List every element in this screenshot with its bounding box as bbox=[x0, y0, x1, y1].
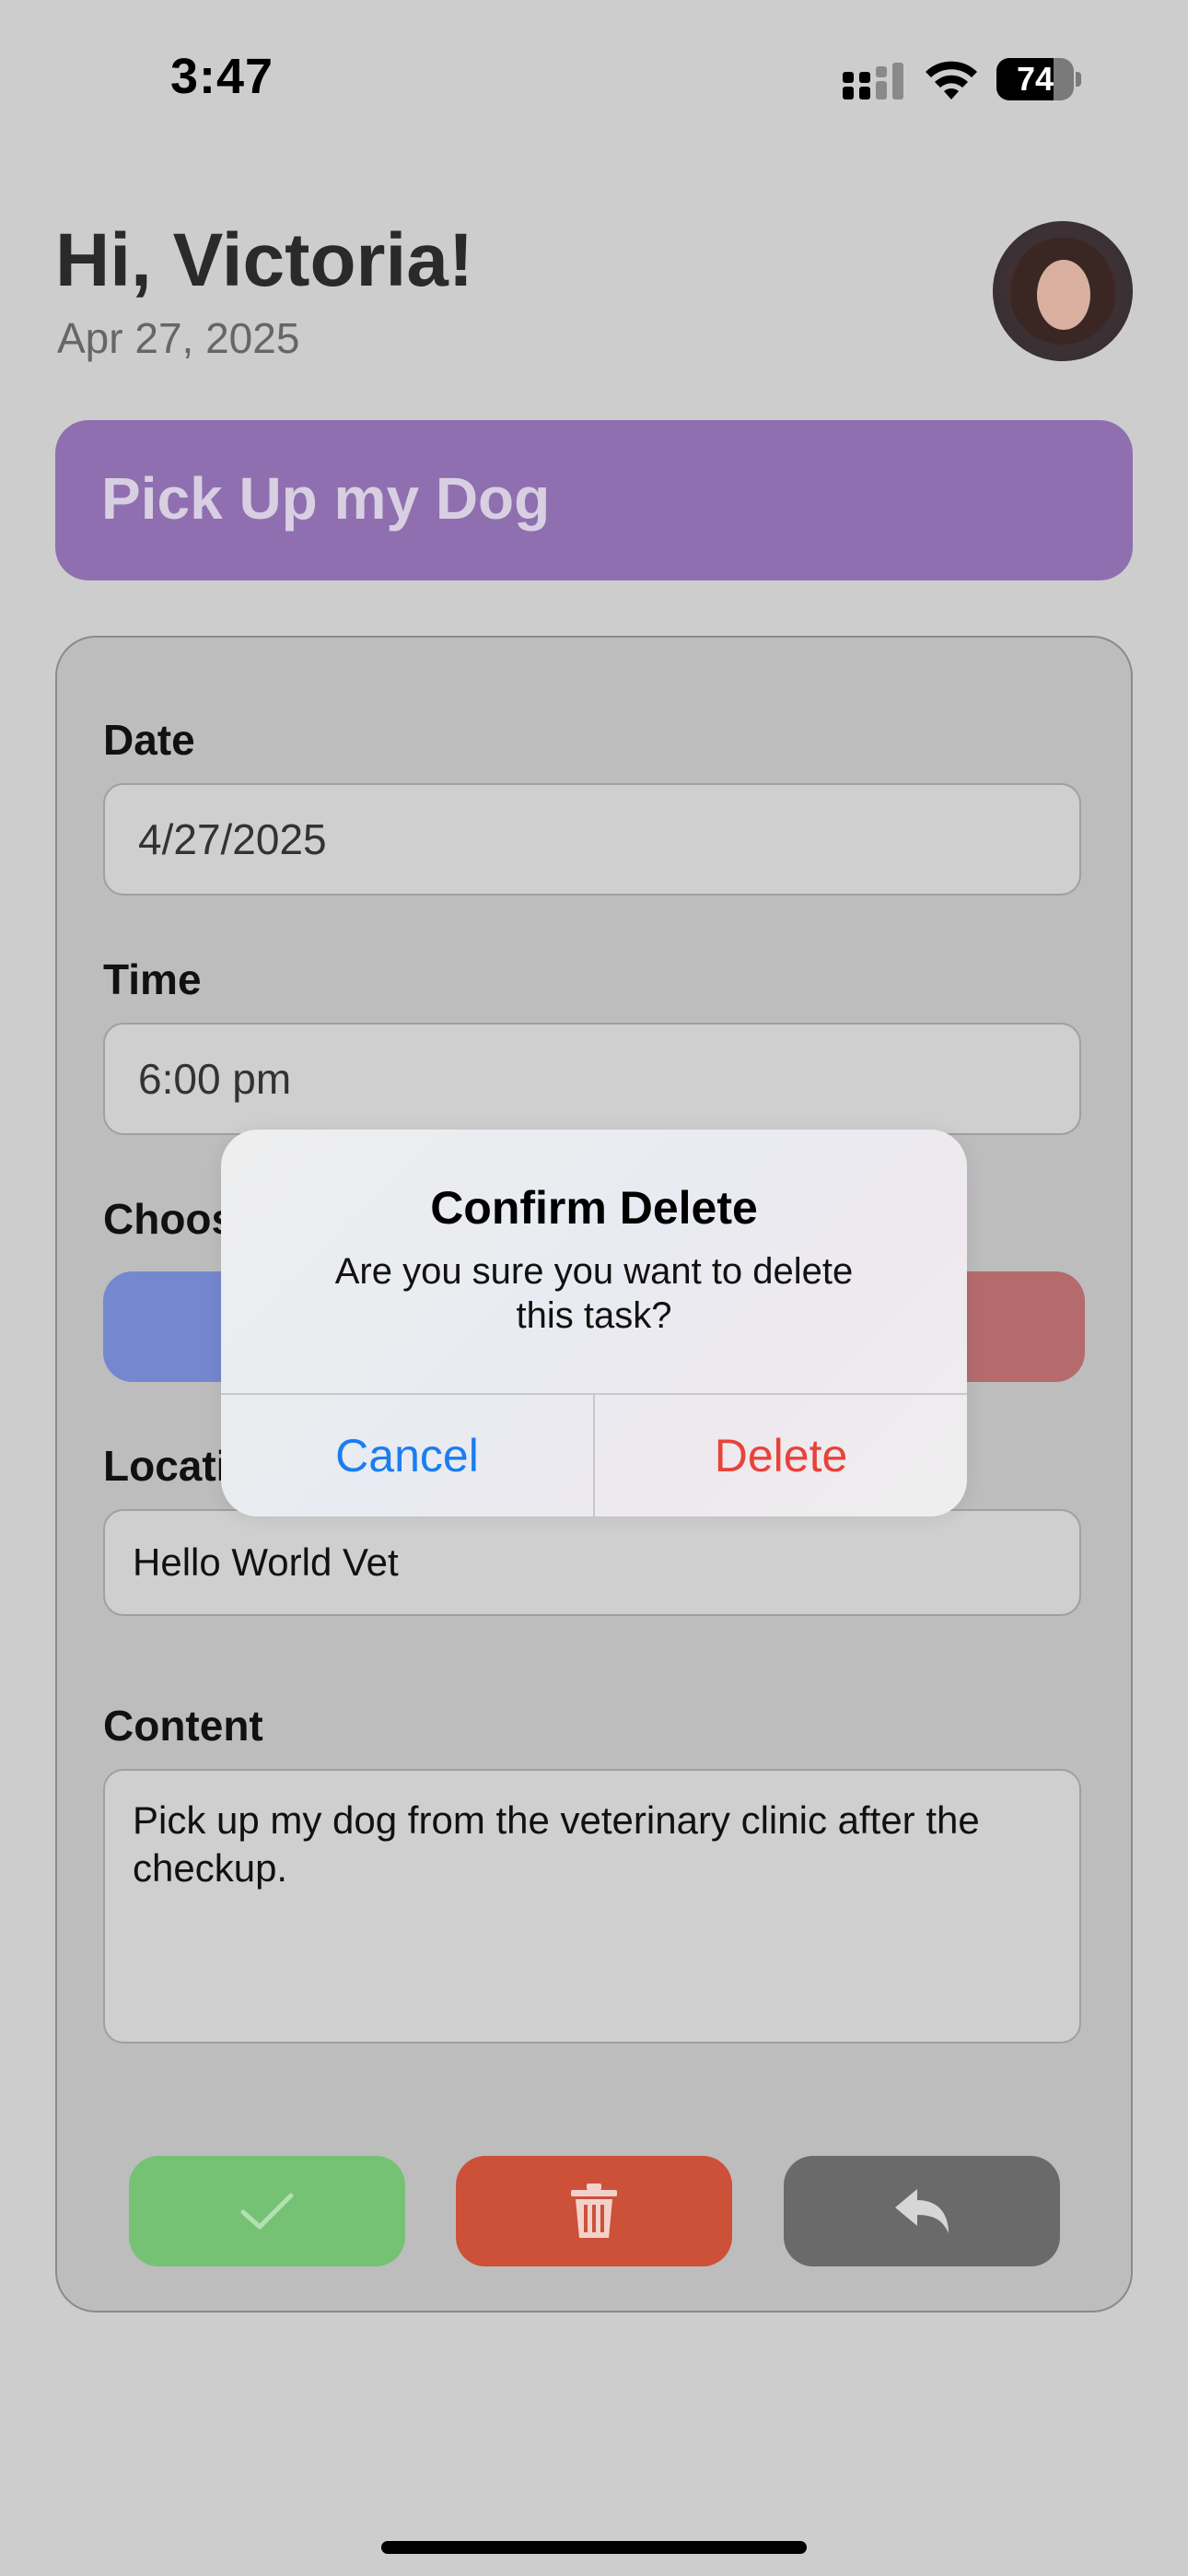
signal-icon bbox=[843, 63, 903, 100]
time-label: Time bbox=[103, 955, 202, 1003]
avatar[interactable] bbox=[993, 221, 1133, 361]
task-title: Pick Up my Dog bbox=[101, 465, 551, 532]
greeting-title: Hi, Victoria! bbox=[55, 218, 474, 302]
confirm-delete-dialog: Confirm Delete Are you sure you want to … bbox=[221, 1130, 967, 1516]
dialog-title: Confirm Delete bbox=[430, 1182, 758, 1234]
date-label: Date bbox=[103, 716, 195, 764]
battery-icon: 74 bbox=[996, 58, 1081, 100]
location-field[interactable]: Hello World Vet bbox=[103, 1509, 1081, 1616]
wifi-icon bbox=[926, 61, 977, 100]
checkmark-icon bbox=[240, 2193, 294, 2230]
date-value: 4/27/2025 bbox=[138, 815, 327, 863]
location-value: Hello World Vet bbox=[133, 1540, 399, 1584]
status-time: 3:47 bbox=[170, 49, 274, 104]
trash-icon bbox=[571, 2184, 617, 2238]
back-button[interactable] bbox=[784, 2156, 1060, 2266]
date-field[interactable]: 4/27/2025 bbox=[103, 783, 1081, 896]
dialog-message: Are you sure you want to delete this tas… bbox=[334, 1251, 854, 1336]
content-value: Pick up my dog from the veterinary clini… bbox=[133, 1798, 980, 1890]
header-date: Apr 27, 2025 bbox=[57, 314, 300, 362]
battery-level-text: 74 bbox=[1016, 60, 1054, 98]
color-label: Choos bbox=[103, 1195, 236, 1243]
cancel-button[interactable]: Cancel bbox=[221, 1395, 593, 1516]
confirm-delete-button[interactable]: Delete bbox=[595, 1395, 967, 1516]
content-label: Content bbox=[103, 1702, 263, 1750]
location-label: Locati bbox=[103, 1442, 228, 1490]
home-indicator[interactable] bbox=[381, 2541, 807, 2554]
content-field[interactable]: Pick up my dog from the veterinary clini… bbox=[103, 1769, 1081, 2043]
reply-icon bbox=[895, 2189, 949, 2233]
delete-button[interactable] bbox=[456, 2156, 732, 2266]
save-button[interactable] bbox=[129, 2156, 405, 2266]
time-field[interactable]: 6:00 pm bbox=[103, 1023, 1081, 1135]
time-value: 6:00 pm bbox=[138, 1055, 292, 1103]
